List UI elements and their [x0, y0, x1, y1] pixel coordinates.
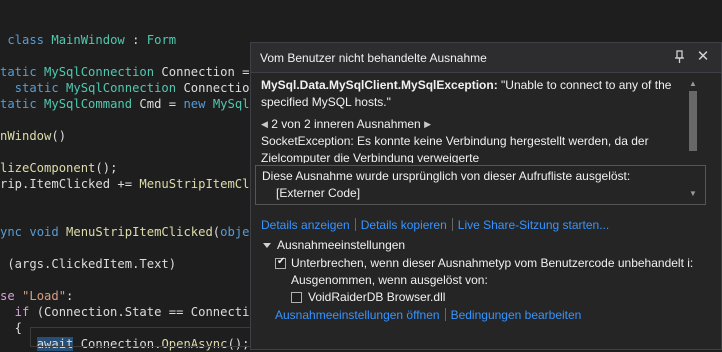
code-line: if (Connection.State == Connection: [0, 304, 264, 320]
code-line: tatic MySqlCommand Cmd = new MySqlCo: [0, 96, 264, 112]
exception-message: MySql.Data.MySqlClient.MySqlException: "…: [261, 77, 681, 111]
call-stack-origin-box: Diese Ausnahme wurde ursprünglich von di…: [255, 165, 706, 205]
module-exclusion-checkbox[interactable]: [291, 292, 302, 303]
code-line: lizeComponent();: [0, 160, 117, 176]
code-token: Connection = n: [154, 65, 265, 79]
live-share-link[interactable]: Live Share-Sitzung starten...: [458, 218, 609, 232]
except-when-label: Ausgenommen, wenn ausgelöst von:: [291, 273, 488, 287]
close-icon[interactable]: ✕: [695, 48, 711, 66]
code-token: (Connection.State == Connection: [36, 305, 265, 319]
separator: [451, 218, 453, 231]
break-on-exception-label: Unterbrechen, wenn dieser Ausnahmetyp vo…: [291, 256, 694, 270]
inner-exception-count: 2 von 2 inneren Ausnahmen: [271, 117, 421, 131]
code-token: new: [183, 97, 213, 111]
open-exception-settings-link[interactable]: Ausnahmeeinstellungen öffnen: [275, 308, 440, 322]
code-token: Cmd =: [132, 97, 184, 111]
code-token: se: [0, 289, 23, 303]
code-token: static: [0, 81, 67, 95]
code-line: ync void MenuStripItemClicked(object: [0, 224, 264, 240]
code-token: ync: [0, 225, 23, 239]
code-token: lizeComponent: [0, 161, 96, 175]
code-token: MySqlCommand: [44, 97, 133, 111]
code-line: [0, 16, 29, 32]
code-token: tatic: [0, 97, 45, 111]
code-token: MainWindow: [51, 33, 125, 47]
code-line: nWindow(): [0, 128, 66, 144]
popup-title: Vom Benutzer nicht behandelte Ausnahme: [260, 51, 487, 65]
action-links: Details anzeigen Details kopieren Live Sha…: [261, 217, 609, 233]
module-exclusion-label: VoidRaiderDB Browser.dll: [308, 290, 446, 304]
details-copy-link[interactable]: Details kopieren: [361, 218, 447, 232]
code-line: static MySqlConnection Connection =: [0, 80, 272, 96]
exception-settings-header[interactable]: Ausnahmeeinstellungen: [263, 237, 405, 253]
code-line: rip.ItemClicked += MenuStripItemClic: [0, 176, 264, 192]
code-token: Form: [146, 33, 177, 47]
code-token: tatic: [0, 65, 45, 79]
code-token: MenuStripItemClicked: [66, 225, 213, 239]
checkmark-icon: ✔: [277, 256, 286, 267]
exception-type: MySql.Data.MySqlClient.MySqlException:: [261, 78, 498, 92]
code-token: {: [0, 321, 23, 335]
current-line-highlight: [30, 327, 254, 347]
origin-description: Diese Ausnahme wurde ursprünglich von di…: [262, 169, 631, 183]
code-token: (): [51, 129, 67, 143]
scroll-thumb[interactable]: [689, 91, 697, 151]
code-line: class MainWindow : Form: [0, 32, 176, 48]
exception-settings-label: Ausnahmeeinstellungen: [277, 238, 406, 252]
bottom-links: Ausnahmeeinstellungen öffnen Bedingungen …: [275, 307, 581, 323]
external-code-frame[interactable]: [Externer Code]: [276, 186, 360, 200]
collapse-triangle-icon[interactable]: [263, 243, 271, 248]
details-show-link[interactable]: Details anzeigen: [261, 218, 350, 232]
code-line: (args.ClickedItem.Text): [0, 256, 176, 272]
popup-title-bar: Vom Benutzer nicht behandelte Ausnahme ✕: [251, 43, 721, 73]
code-token: "Load": [22, 289, 67, 303]
break-on-exception-checkbox[interactable]: ✔: [275, 256, 286, 269]
code-line: {: [0, 320, 22, 336]
code-token: nWindow: [0, 129, 52, 143]
code-line: tatic MySqlConnection Connection = n: [0, 64, 264, 80]
inner-exception-message: SocketException: Es konnte keine Verbind…: [261, 134, 649, 163]
code-token: void: [22, 225, 67, 239]
code-token: (args.ClickedItem.Text): [0, 257, 177, 271]
code-token: rip.ItemClicked +=: [0, 177, 140, 191]
code-token: ();: [95, 161, 118, 175]
code-token: MySqlConnection: [66, 81, 177, 95]
pin-icon[interactable]: [673, 49, 687, 65]
code-token: :: [66, 289, 74, 303]
scroll-up-arrow-icon[interactable]: ▲: [688, 79, 698, 89]
code-token: :: [124, 33, 147, 47]
code-line: se "Load":: [0, 288, 73, 304]
separator: [354, 218, 356, 231]
code-token: if: [0, 305, 37, 319]
code-token: MySqlConnection: [44, 65, 155, 79]
inner-exception-nav: ◀ 2 von 2 inneren Ausnahmen ▶: [261, 116, 431, 132]
exception-helper-popup: Vom Benutzer nicht behandelte Ausnahme ✕…: [250, 42, 722, 350]
separator: [444, 308, 446, 321]
code-token: MenuStripItemClic: [139, 177, 265, 191]
code-token: class: [0, 33, 52, 47]
previous-arrow-icon[interactable]: ◀: [261, 116, 268, 132]
edit-conditions-link[interactable]: Bedingungen bearbeiten: [451, 308, 582, 322]
next-arrow-icon[interactable]: ▶: [424, 116, 431, 132]
